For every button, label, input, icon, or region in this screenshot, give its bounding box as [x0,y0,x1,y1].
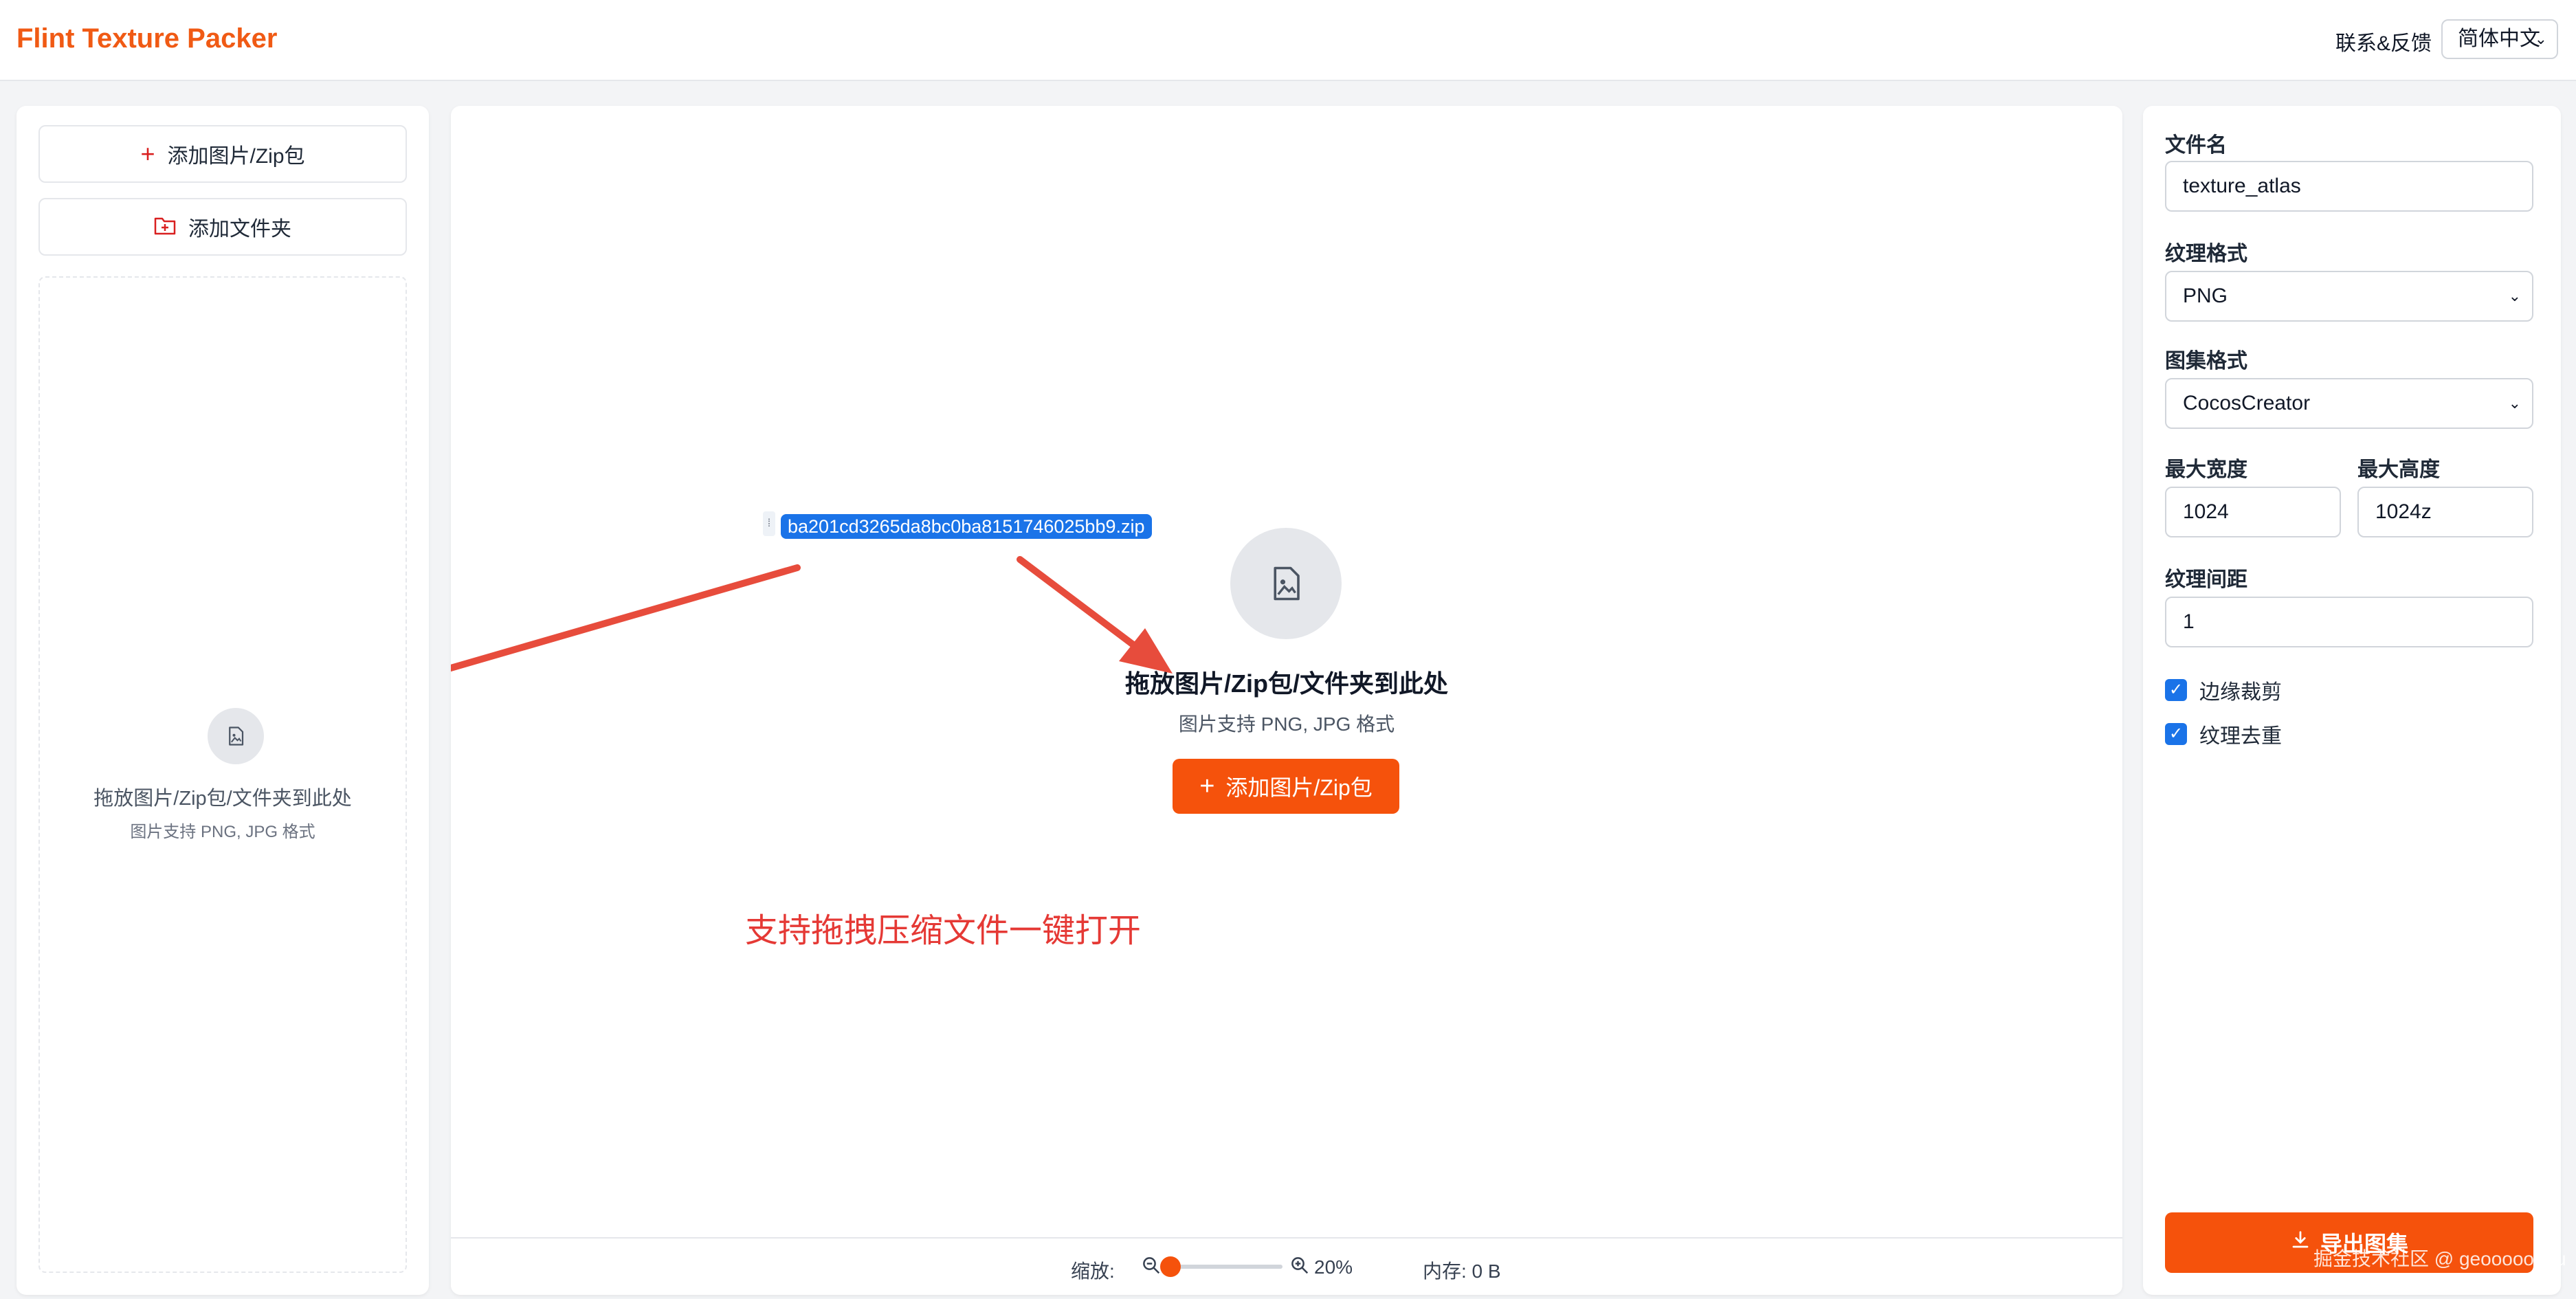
texture-format-select[interactable]: PNG ⌄ [2165,271,2533,322]
trim-checkbox[interactable]: ✓ [2165,679,2187,701]
plus-icon: + [140,140,155,168]
padding-input[interactable]: 1 [2165,597,2533,647]
atlas-format-label: 图集格式 [2165,350,2247,373]
zoom-in-icon[interactable] [1289,1255,1310,1279]
annotation-arrows [451,556,1173,674]
max-height-input[interactable]: 1024z [2357,487,2533,537]
settings-panel: 文件名 texture_atlas 纹理格式 PNG ⌄ 图集格式 CocosC… [2143,106,2561,1295]
filename-input[interactable]: texture_atlas [2165,161,2533,212]
trim-option[interactable]: ✓ 边缘裁剪 [2165,675,2282,705]
dropzone-title: 拖放图片/Zip包/文件夹到此处 [93,788,352,810]
zoom-label: 缩放: [1071,1261,1115,1282]
dedupe-option[interactable]: ✓ 纹理去重 [2165,719,2282,749]
arrow-to-sidebar [451,564,801,672]
canvas-statusbar: 缩放: 20% 内存: 0 B [451,1237,2122,1295]
zoom-out-icon[interactable] [1141,1255,1162,1279]
dedupe-checkbox[interactable]: ✓ [2165,723,2187,745]
add-images-label: 添加图片/Zip包 [167,145,305,168]
dropzone-subtitle: 图片支持 PNG, JPG 格式 [130,823,315,841]
atlas-canvas-panel[interactable]: 拖放图片/Zip包/文件夹到此处 图片支持 PNG, JPG 格式 + 添加图片… [451,106,2122,1295]
max-width-label: 最大宽度 [2165,458,2247,481]
arrow-to-dropzone [1017,556,1173,674]
max-height-label: 最大高度 [2357,458,2440,481]
image-file-icon [208,708,264,764]
download-icon [2290,1230,2311,1256]
dedupe-label: 纹理去重 [2199,725,2282,748]
add-folder-button[interactable]: 添加文件夹 [38,198,407,256]
sprite-list-panel: + 添加图片/Zip包 添加文件夹 拖放图片/Zip包/文件夹到此处 图片支持 … [16,106,429,1295]
memory-usage: 内存: 0 B [1423,1261,1501,1282]
padding-label: 纹理间距 [2165,568,2247,591]
chevron-down-icon: ⌄ [2508,287,2521,304]
trim-label: 边缘裁剪 [2199,681,2282,704]
add-images-button[interactable]: + 添加图片/Zip包 [38,125,407,183]
app-header: Flint Texture Packer 联系&反馈 简体中文 ⌄ [0,0,2576,81]
zoom-value: 20% [1314,1256,1353,1278]
texture-format-label: 纹理格式 [2165,243,2247,265]
annotation-text: 支持拖拽压缩文件一键打开 [745,913,1142,949]
sprite-dropzone[interactable]: 拖放图片/Zip包/文件夹到此处 图片支持 PNG, JPG 格式 [38,276,407,1273]
atlas-format-value: CocosCreator [2183,392,2311,414]
watermark: 掘金技术社区 @ geoooooohu [2313,1248,2566,1269]
texture-format-value: PNG [2183,285,2228,307]
folder-plus-icon [154,214,176,239]
language-select[interactable]: 简体中文 ⌄ [2441,19,2558,59]
atlas-format-select[interactable]: CocosCreator ⌄ [2165,378,2533,429]
contact-feedback-link[interactable]: 联系&反馈 [2335,26,2432,56]
add-folder-label: 添加文件夹 [188,218,291,241]
zoom-slider-thumb[interactable] [1160,1256,1181,1277]
filename-label: 文件名 [2165,134,2227,157]
chevron-down-icon: ⌄ [2534,30,2547,47]
zoom-slider[interactable] [1160,1256,1283,1277]
max-width-input[interactable]: 1024 [2165,487,2341,537]
language-select-value: 简体中文 [2458,27,2540,50]
chevron-down-icon: ⌄ [2508,395,2521,412]
app-title: Flint Texture Packer [16,23,278,54]
